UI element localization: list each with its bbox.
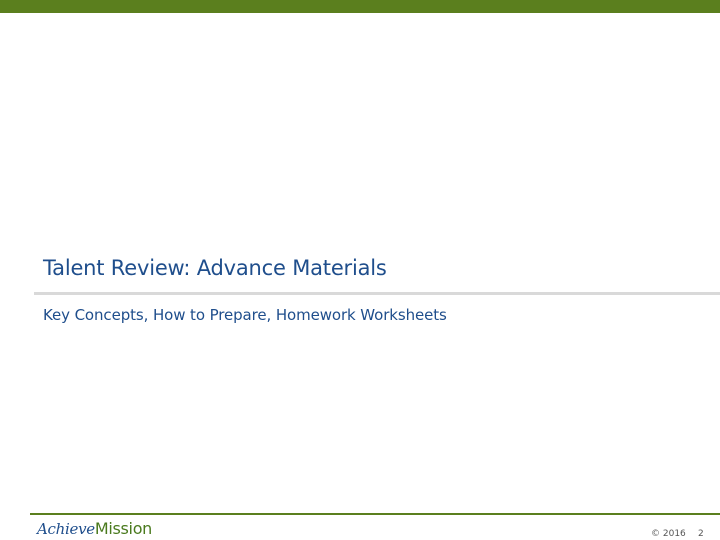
top-accent-bar (0, 0, 720, 13)
copyright-notice: © 2016 (651, 529, 686, 539)
logo-mission-text: Mission (94, 519, 153, 538)
footer-line (30, 513, 720, 515)
logo-achieve-text: Achieve (37, 520, 95, 538)
page-number: 2 (698, 529, 704, 539)
title-divider (34, 292, 720, 295)
slide-subtitle: Key Concepts, How to Prepare, Homework W… (43, 306, 447, 324)
achievemission-logo: AchieveMission (37, 518, 152, 540)
slide-title: Talent Review: Advance Materials (43, 256, 387, 280)
